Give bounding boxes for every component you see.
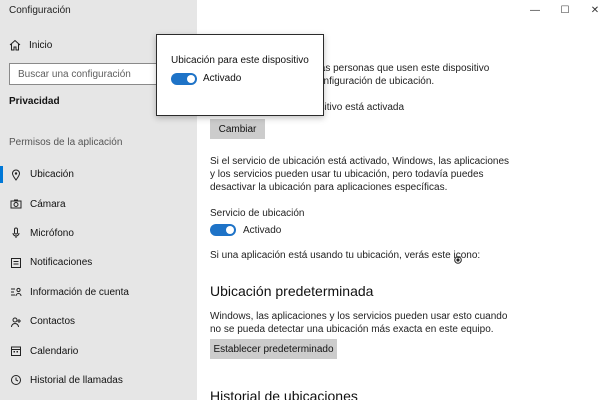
sidebar-item-label: Contactos — [30, 316, 76, 328]
set-default-button[interactable]: Establecer predeterminado — [210, 339, 337, 359]
sidebar-item-microphone[interactable]: Micrófono — [0, 219, 197, 248]
service-description-line2: y los servicios pueden usar tu ubicación… — [210, 169, 484, 180]
group-header-app-permissions: Permisos de la aplicación — [9, 137, 123, 148]
device-location-toggle[interactable] — [171, 73, 197, 85]
window-title: Configuración — [9, 5, 71, 16]
location-service-label: Servicio de ubicación — [210, 208, 305, 219]
location-icon — [10, 169, 22, 181]
maximize-button[interactable]: ☐ — [550, 0, 580, 20]
home-icon — [9, 39, 21, 51]
device-location-popup: Ubicación para este dispositivo Activado — [156, 34, 324, 116]
nav-list: Ubicación Cámara Micrófono Notificacione… — [0, 160, 197, 395]
default-location-desc-line2: no se pueda detectar una ubicación más e… — [210, 324, 494, 335]
popup-toggle-state: Activado — [203, 73, 242, 84]
service-description-line1: Si el servicio de ubicación está activad… — [210, 156, 510, 167]
sidebar-item-account-info[interactable]: Información de cuenta — [0, 278, 197, 307]
call-history-icon — [10, 374, 22, 386]
location-service-state: Activado — [243, 225, 282, 236]
popup-title: Ubicación para este dispositivo — [171, 55, 309, 66]
service-description-line3: desactivar la ubicación para aplicacione… — [210, 182, 448, 193]
close-button[interactable]: ✕ — [580, 0, 610, 20]
location-in-use-icon — [454, 251, 462, 269]
sidebar-item-contacts[interactable]: Contactos — [0, 307, 197, 336]
location-service-toggle[interactable] — [210, 224, 236, 236]
sidebar-item-calendar[interactable]: Calendario — [0, 336, 197, 365]
sidebar-item-label: Ubicación — [30, 169, 74, 181]
sidebar-item-label: Calendario — [30, 345, 79, 357]
device-status-text: ositivo está activada — [314, 102, 405, 113]
minimize-button[interactable]: — — [520, 0, 550, 20]
nav-home[interactable]: Inicio — [9, 37, 52, 53]
camera-icon — [10, 198, 22, 210]
intro-text-line2: onfiguración de ubicación. — [318, 76, 435, 87]
sidebar-item-location[interactable]: Ubicación — [0, 160, 197, 189]
nav-home-label: Inicio — [29, 39, 53, 51]
intro-text-line1: , las personas que usen este dispositivo — [312, 63, 490, 74]
contacts-icon — [10, 316, 22, 328]
change-button[interactable]: Cambiar — [210, 119, 265, 139]
search-placeholder: Buscar una configuración — [18, 68, 131, 80]
notifications-icon — [10, 257, 22, 269]
calendar-icon — [10, 345, 22, 357]
sidebar-item-label: Micrófono — [30, 227, 74, 239]
sidebar-item-label: Notificaciones — [30, 257, 93, 269]
account-info-icon — [10, 286, 22, 298]
sidebar-item-camera[interactable]: Cámara — [0, 189, 197, 218]
sidebar-item-call-history[interactable]: Historial de llamadas — [0, 366, 197, 395]
window-controls: — ☐ ✕ — [520, 0, 610, 20]
default-location-desc-line1: Windows, las aplicaciones y los servicio… — [210, 311, 508, 322]
section-title-privacy: Privacidad — [9, 96, 60, 107]
microphone-icon — [10, 227, 22, 239]
sidebar-item-label: Información de cuenta — [30, 286, 129, 298]
location-history-title: Historial de ubicaciones — [210, 388, 358, 400]
default-location-title: Ubicación predeterminada — [210, 283, 374, 299]
icon-note-text: Si una aplicación está usando tu ubicaci… — [210, 250, 481, 261]
sidebar-item-notifications[interactable]: Notificaciones — [0, 248, 197, 277]
sidebar-item-label: Historial de llamadas — [30, 374, 123, 386]
sidebar-item-label: Cámara — [30, 198, 66, 210]
